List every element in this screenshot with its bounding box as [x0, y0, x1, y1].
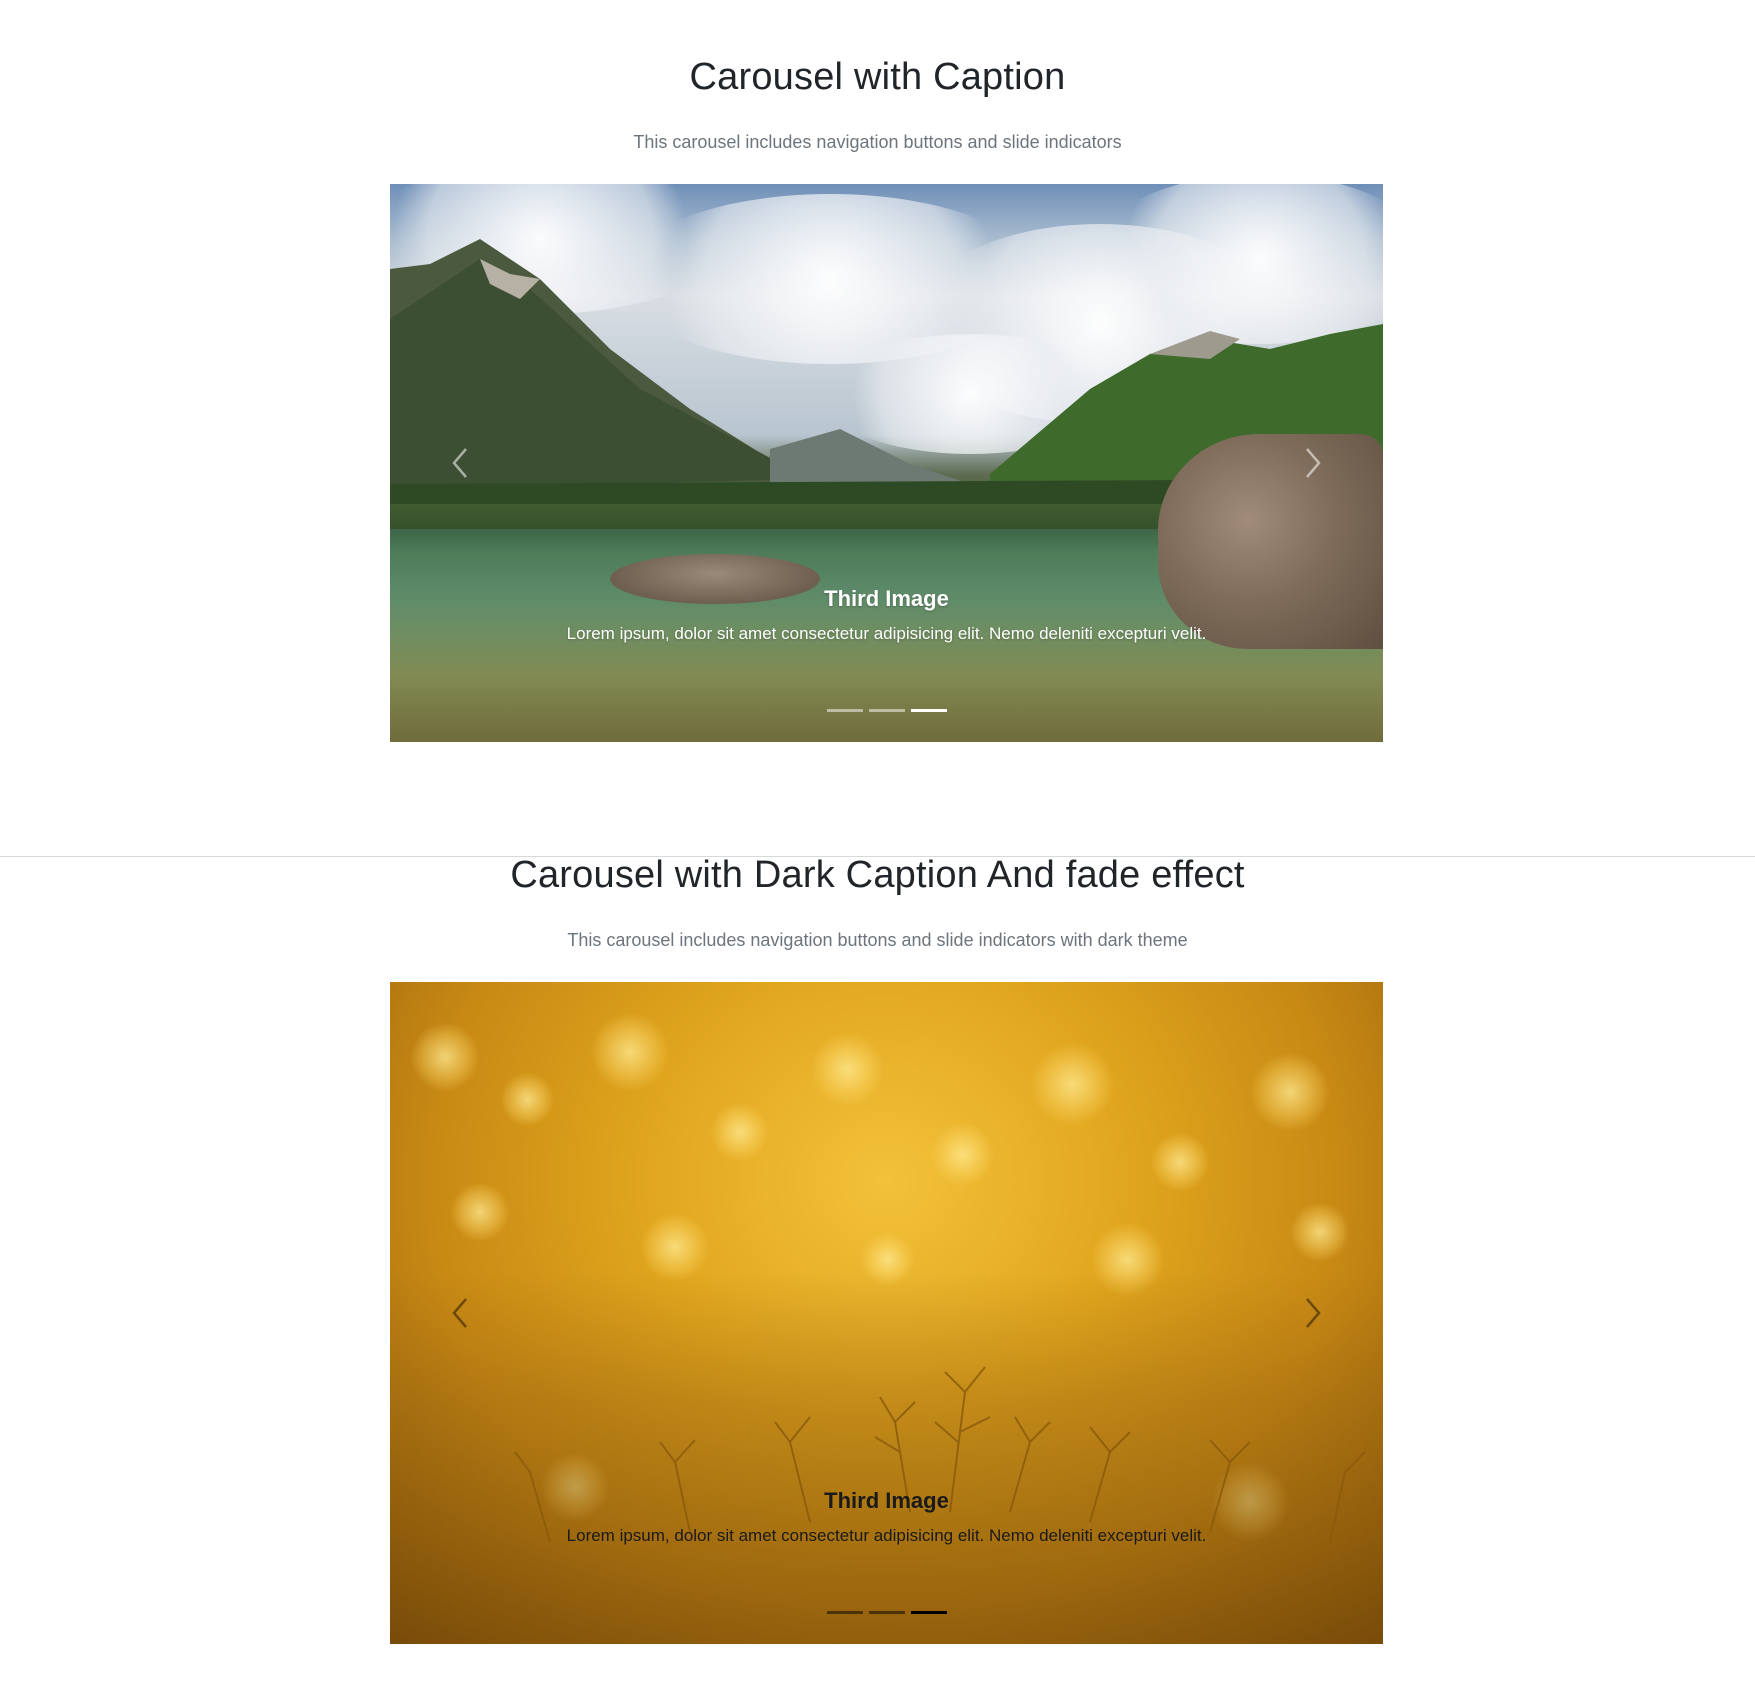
landscape-slide-image [390, 184, 1383, 742]
slide-indicators-dark [390, 1611, 1383, 1614]
dark-fade-carousel: Third Image Lorem ipsum, dolor sit amet … [390, 982, 1383, 1644]
indicator-2[interactable] [868, 709, 905, 712]
chevron-right-icon [1306, 448, 1321, 478]
caption-title: Third Image [824, 1488, 949, 1513]
caption-text: Lorem ipsum, dolor sit amet consectetur … [566, 624, 1207, 643]
chevron-left-icon [452, 448, 467, 478]
carousel-caption-dark: Third Image Lorem ipsum, dolor sit amet … [539, 1488, 1234, 1550]
section2-title: Carousel with Dark Caption And fade effe… [510, 854, 1245, 896]
caption-text: Lorem ipsum, dolor sit amet consectetur … [566, 1526, 1207, 1545]
section1-title: Carousel with Caption [689, 56, 1066, 98]
caption-carousel: Third Image Lorem ipsum, dolor sit amet … [390, 184, 1383, 742]
caption-title: Third Image [824, 586, 949, 611]
slide-indicators [390, 709, 1383, 712]
next-button-dark[interactable] [1243, 982, 1383, 1644]
carousel-caption: Third Image Lorem ipsum, dolor sit amet … [539, 586, 1234, 648]
section2-subtitle: This carousel includes navigation button… [567, 930, 1188, 950]
section1-subtitle: This carousel includes navigation button… [633, 132, 1122, 152]
chevron-right-icon [1306, 1298, 1321, 1328]
indicator-3[interactable] [910, 1611, 947, 1614]
prev-button[interactable] [390, 184, 530, 742]
indicator-3[interactable] [910, 709, 947, 712]
indicator-1[interactable] [826, 1611, 863, 1614]
prev-button-dark[interactable] [390, 982, 530, 1644]
indicator-1[interactable] [826, 709, 863, 712]
indicator-2[interactable] [868, 1611, 905, 1614]
next-button[interactable] [1243, 184, 1383, 742]
chevron-left-icon [452, 1298, 467, 1328]
page: Carousel with Caption This carousel incl… [0, 0, 1755, 1699]
